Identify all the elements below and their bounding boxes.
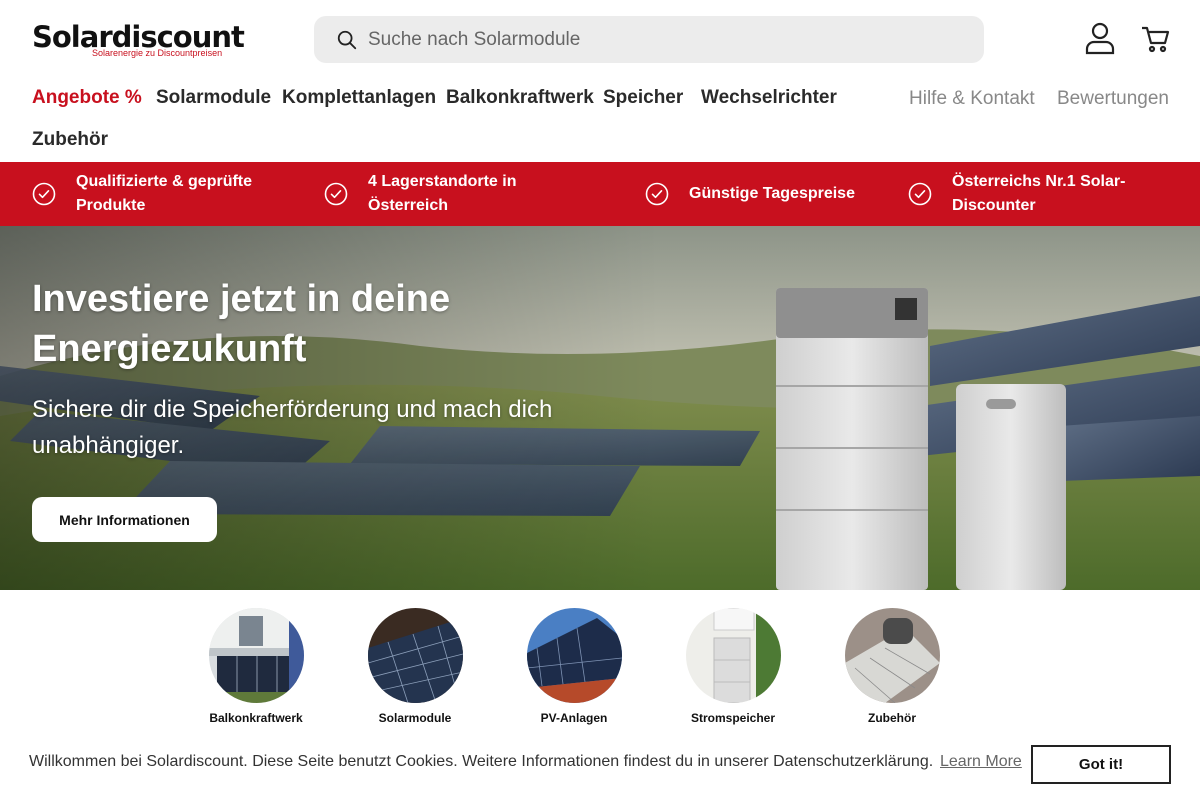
usp-item: 4 Lagerstandorte in Österreich [324,170,584,218]
category-image [209,608,304,703]
nav-item-bewertungen[interactable]: Bewertungen [1057,79,1169,119]
nav-item-komplettanlagen[interactable]: Komplettanlagen [282,78,436,118]
cookie-banner: Willkommen bei Solardiscount. Diese Seit… [0,728,1200,800]
usp-item: Günstige Tagespreise [645,182,885,230]
category-label: PV-Anlagen [540,711,608,725]
category-image [527,608,622,703]
usp-bar: Qualifizierte & geprüfte Produkte 4 Lager… [0,162,1200,226]
check-circle-icon [908,182,932,206]
nav-item-hilfe-kontakt[interactable]: Hilfe & Kontakt [909,79,1035,119]
usp-text: 4 Lagerstandorte in Österreich [368,173,517,214]
category-pv-anlagen[interactable]: PV-Anlagen [509,608,639,728]
category-stromspeicher[interactable]: Stromspeicher [668,608,798,728]
main-navigation: Angebote % Solarmodule Komplettanlagen B… [0,78,1200,162]
usp-text: Qualifizierte & geprüfte Produkte [76,173,253,214]
check-circle-icon [324,182,348,206]
search-bar [314,16,984,63]
page: Solardiscount Solarenergie zu Discountpr… [0,0,1200,800]
cookie-accept-button[interactable]: Got it! [1031,745,1171,784]
nav-item-angebote[interactable]: Angebote % [32,78,142,118]
hero-title: Investiere jetzt in deine Energiezukunft [32,278,451,370]
check-circle-icon [645,182,669,206]
category-label: Solarmodule [378,711,452,725]
category-zubehoer[interactable]: Zubehör [827,608,957,728]
category-image [368,608,463,703]
hero-banner: Investiere jetzt in deine Energiezukunft … [0,226,1200,590]
category-list: Balkonkraftwerk Solarmodule PV-Anlagen S… [0,590,1200,740]
usp-item: Qualifizierte & geprüfte Produkte [32,170,292,218]
hero-subtitle: Sichere dir die Speicherförderung und ma… [32,396,553,459]
category-label: Balkonkraftwerk [209,711,303,725]
check-circle-icon [32,182,56,206]
nav-item-solarmodule[interactable]: Solarmodule [156,78,271,118]
category-image [686,608,781,703]
category-balkonkraftwerk[interactable]: Balkonkraftwerk [191,608,321,728]
learn-more-link[interactable]: Learn More [940,753,1022,771]
nav-item-balkonkraftwerk[interactable]: Balkonkraftwerk [446,78,594,118]
logo[interactable]: Solardiscount Solarenergie zu Discountpr… [32,20,245,62]
search-input[interactable] [368,16,968,63]
account-icon[interactable] [1082,20,1118,56]
category-label: Stromspeicher [690,711,776,725]
category-label: Zubehör [868,711,916,725]
nav-item-zubehoer[interactable]: Zubehör [32,120,108,160]
category-image [845,608,940,703]
nav-item-wechselrichter[interactable]: Wechselrichter [701,78,837,118]
logo-tagline: Solarenergie zu Discountpreisen [92,48,223,58]
cart-icon[interactable] [1139,22,1173,56]
usp-text: Günstige Tagespreise [689,185,855,202]
usp-item: Österreichs Nr.1 Solar- Discounter [908,170,1188,218]
more-info-button[interactable]: Mehr Informationen [32,497,217,542]
nav-item-speicher[interactable]: Speicher [603,78,683,118]
site-header: Solardiscount Solarenergie zu Discountpr… [0,0,1200,78]
category-solarmodule[interactable]: Solarmodule [350,608,480,728]
search-icon[interactable] [336,29,358,51]
cookie-message: Willkommen bei Solardiscount. Diese Seit… [29,753,934,770]
usp-text: Österreichs Nr.1 Solar- Discounter [952,173,1126,214]
